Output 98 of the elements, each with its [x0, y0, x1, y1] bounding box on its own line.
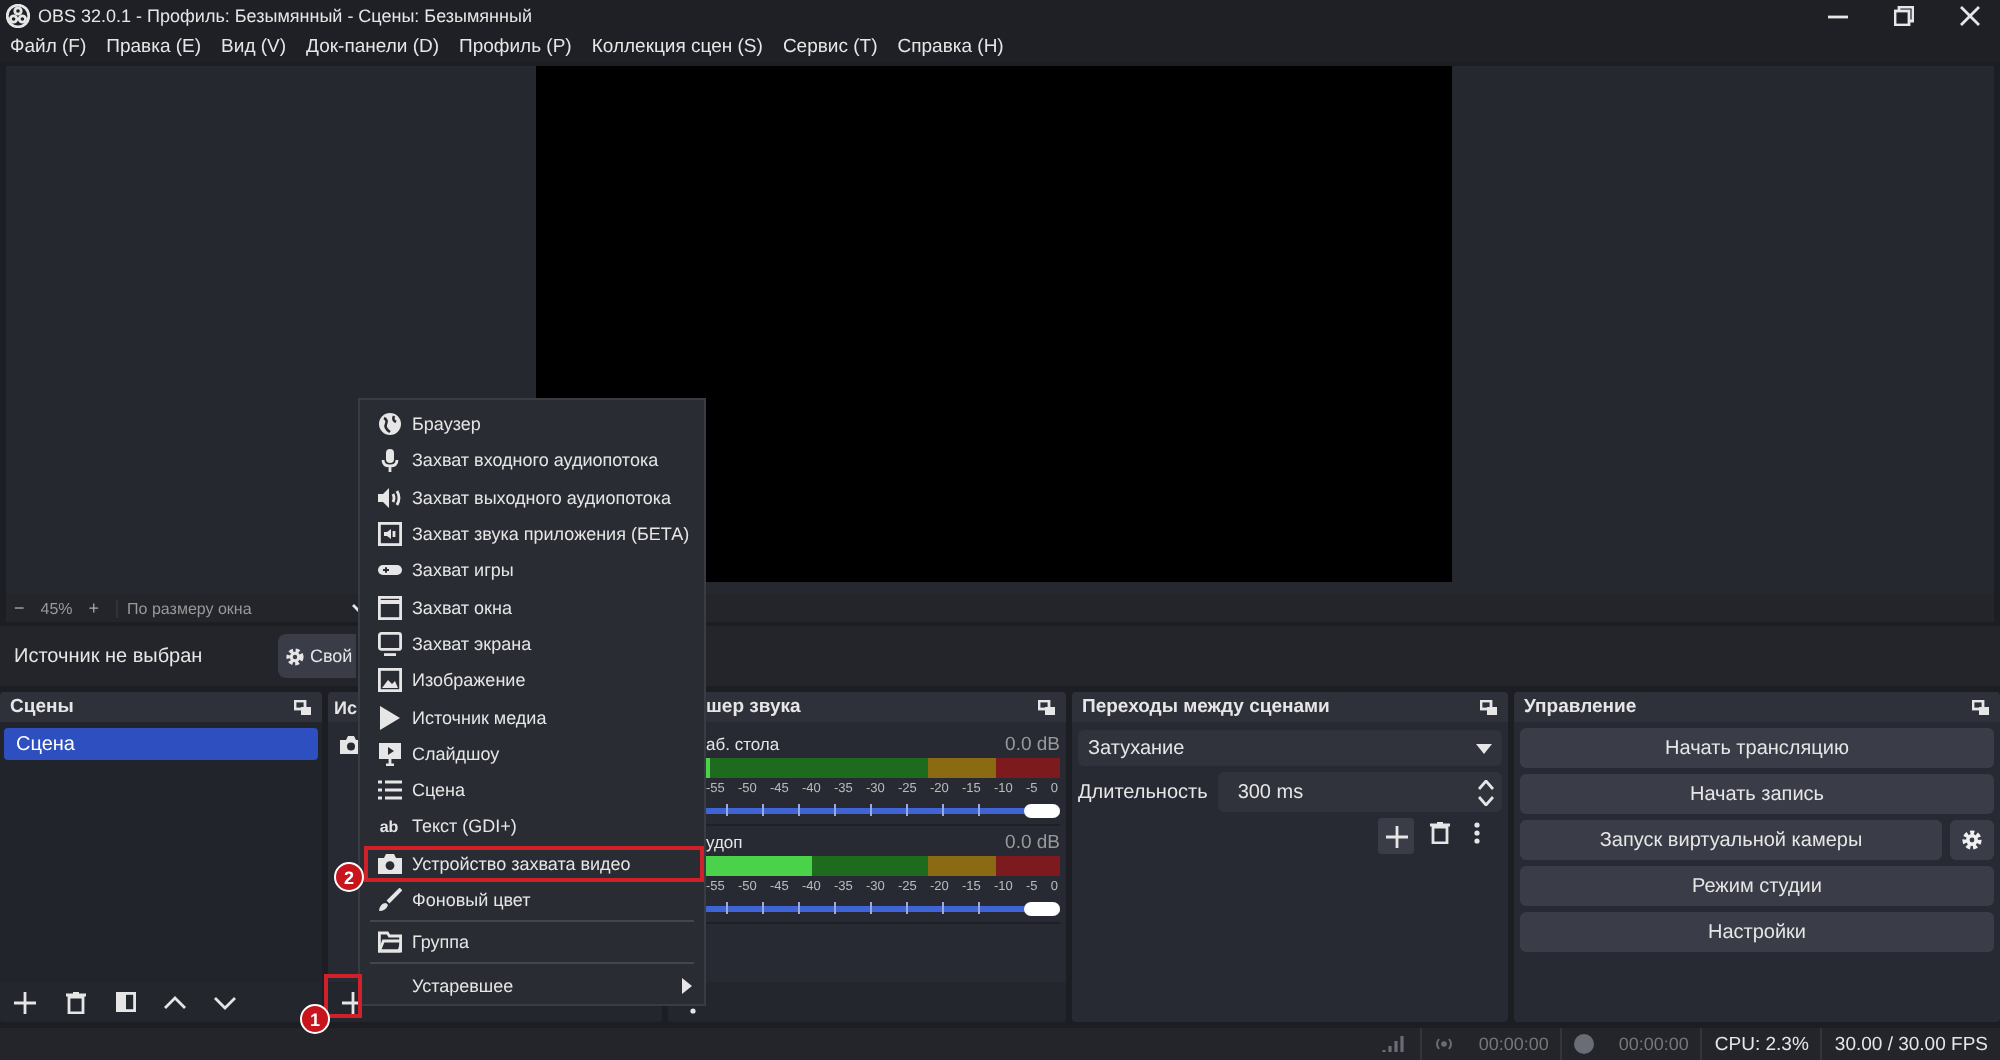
menu-item[interactable]: Профиль (P): [459, 36, 572, 58]
folder-icon: [377, 930, 401, 955]
volume-reading: 0.0 dB: [1005, 832, 1060, 856]
menu-item[interactable]: Захват экрана: [364, 625, 704, 663]
menu-item[interactable]: Справка (H): [897, 36, 1004, 58]
slider-thumb[interactable]: [1024, 804, 1060, 818]
chevron-up-icon[interactable]: [1478, 779, 1494, 789]
speaker-icon: [377, 485, 401, 510]
duration-label: Длительность: [1078, 781, 1208, 803]
slideshow-icon: [377, 741, 401, 766]
menu-item[interactable]: Устаревшее: [364, 966, 704, 1004]
menu-item[interactable]: Браузер: [364, 406, 704, 443]
list-icon: [377, 778, 401, 803]
menu-item[interactable]: Правка (E): [106, 36, 202, 58]
cpu-usage: CPU: 2.3%: [1700, 1028, 1821, 1060]
record-icon: [1574, 1034, 1595, 1054]
window-icon: [377, 595, 401, 620]
submenu-arrow-icon: [682, 977, 692, 994]
fps-counter: 30.00 / 30.00 FPS: [1820, 1028, 2000, 1060]
trash-icon[interactable]: [1429, 822, 1449, 844]
channel-name: аб. стола: [706, 734, 780, 758]
broadcast-icon: [1434, 1036, 1455, 1052]
menu-item[interactable]: Коллекция сцен (S): [591, 36, 763, 58]
plus-icon[interactable]: [1385, 825, 1407, 847]
gear-icon: [1960, 828, 1984, 852]
menu-item[interactable]: Вид (V): [221, 36, 287, 58]
globe-icon: [377, 412, 401, 437]
text-icon: ab: [379, 817, 399, 836]
trash-icon[interactable]: [65, 991, 85, 1013]
float-dock-icon[interactable]: [1480, 699, 1498, 715]
plus-icon[interactable]: [14, 991, 36, 1013]
dock-title: шер звука: [706, 696, 801, 718]
float-dock-icon[interactable]: [294, 699, 312, 715]
settings-button[interactable]: [1950, 820, 1994, 860]
no-source-label: Источник не выбран: [14, 645, 205, 667]
menu-item[interactable]: Фоновый цвет: [364, 881, 704, 919]
control-button[interactable]: Режим студии: [1520, 866, 1994, 906]
camera-icon: [377, 851, 401, 876]
control-button[interactable]: Начать запись: [1520, 774, 1994, 814]
volume-slider[interactable]: [706, 802, 1060, 818]
menu-item[interactable]: Слайдшоу: [364, 735, 704, 772]
dock-title: Переходы между сценами: [1082, 696, 1330, 718]
menu-item[interactable]: Группа: [364, 924, 704, 961]
transition-value: Затухание: [1088, 737, 1185, 759]
more-icon[interactable]: [1474, 822, 1480, 844]
signal-icon: [1382, 1034, 1405, 1054]
caret-icon: [1476, 743, 1492, 753]
chevron-down-icon[interactable]: [1478, 795, 1494, 805]
zoom-out-button[interactable]: −: [14, 598, 25, 618]
menu-item[interactable]: Файл (F): [10, 36, 87, 58]
control-button[interactable]: Начать трансляцию: [1520, 728, 1994, 768]
filter-icon[interactable]: [115, 992, 135, 1012]
menu-item[interactable]: Захват игры: [364, 552, 704, 589]
menu-item[interactable]: Захват звука приложения (БЕТА): [364, 515, 704, 553]
menu-item[interactable]: Захват выходного аудиопотока: [364, 479, 704, 516]
play-icon: [377, 705, 401, 730]
menu-item[interactable]: Захват входного аудиопотока: [364, 442, 704, 480]
brush-icon: [377, 888, 401, 912]
menu-item[interactable]: Захват окна: [364, 588, 704, 626]
scale-mode-value: По размеру окна: [127, 599, 252, 617]
control-button[interactable]: Запуск виртуальной камеры: [1520, 820, 1942, 860]
float-dock-icon[interactable]: [1038, 699, 1056, 715]
settings-icon: [284, 645, 306, 667]
app-audio-icon: [377, 522, 401, 547]
chevron-up-icon[interactable]: [164, 995, 186, 1009]
channel-name: удоп: [706, 832, 743, 856]
window-title: OBS 32.0.1 - Профиль: Безымянный - Сцены: Безымянный: [38, 6, 532, 26]
volume-reading: 0.0 dB: [1005, 734, 1060, 758]
volume-slider[interactable]: [706, 900, 1060, 916]
float-dock-icon[interactable]: [1972, 699, 1990, 715]
restore-icon[interactable]: [1894, 6, 1914, 26]
scene-item[interactable]: Сцена: [4, 728, 318, 760]
duration-field[interactable]: 300 ms: [1217, 772, 1502, 812]
dock-title: Сцены: [10, 696, 74, 718]
dock-title: Управление: [1524, 696, 1637, 718]
close-icon[interactable]: [1960, 6, 1980, 26]
control-button[interactable]: Настройки: [1520, 912, 1994, 952]
menu-item[interactable]: Изображение: [364, 662, 704, 699]
menu-item[interactable]: Док-панели (D): [306, 36, 440, 58]
record-time: 00:00:00: [1618, 1034, 1689, 1054]
menu-item[interactable]: ab Текст (GDI+): [364, 808, 704, 846]
microphone-icon: [377, 448, 401, 473]
menu-item[interactable]: Устройство захвата видео: [364, 845, 704, 882]
properties-button[interactable]: Свой: [278, 634, 356, 678]
image-icon: [377, 668, 401, 693]
app-logo-icon: [6, 4, 30, 28]
stream-time: 00:00:00: [1478, 1034, 1549, 1054]
chevron-down-icon[interactable]: [214, 995, 236, 1009]
monitor-icon: [377, 631, 401, 656]
zoom-level: 45%: [40, 599, 73, 617]
menu-item[interactable]: Сервис (T): [782, 36, 878, 58]
menu-item[interactable]: Сцена: [364, 771, 704, 809]
menu-item[interactable]: Источник медиа: [364, 698, 704, 736]
transition-dropdown[interactable]: Затухание: [1078, 730, 1502, 766]
slider-thumb[interactable]: [1024, 902, 1060, 916]
zoom-in-button[interactable]: +: [88, 598, 100, 618]
dock-title: Ис: [334, 697, 357, 717]
duration-value: 300 ms: [1237, 781, 1304, 803]
